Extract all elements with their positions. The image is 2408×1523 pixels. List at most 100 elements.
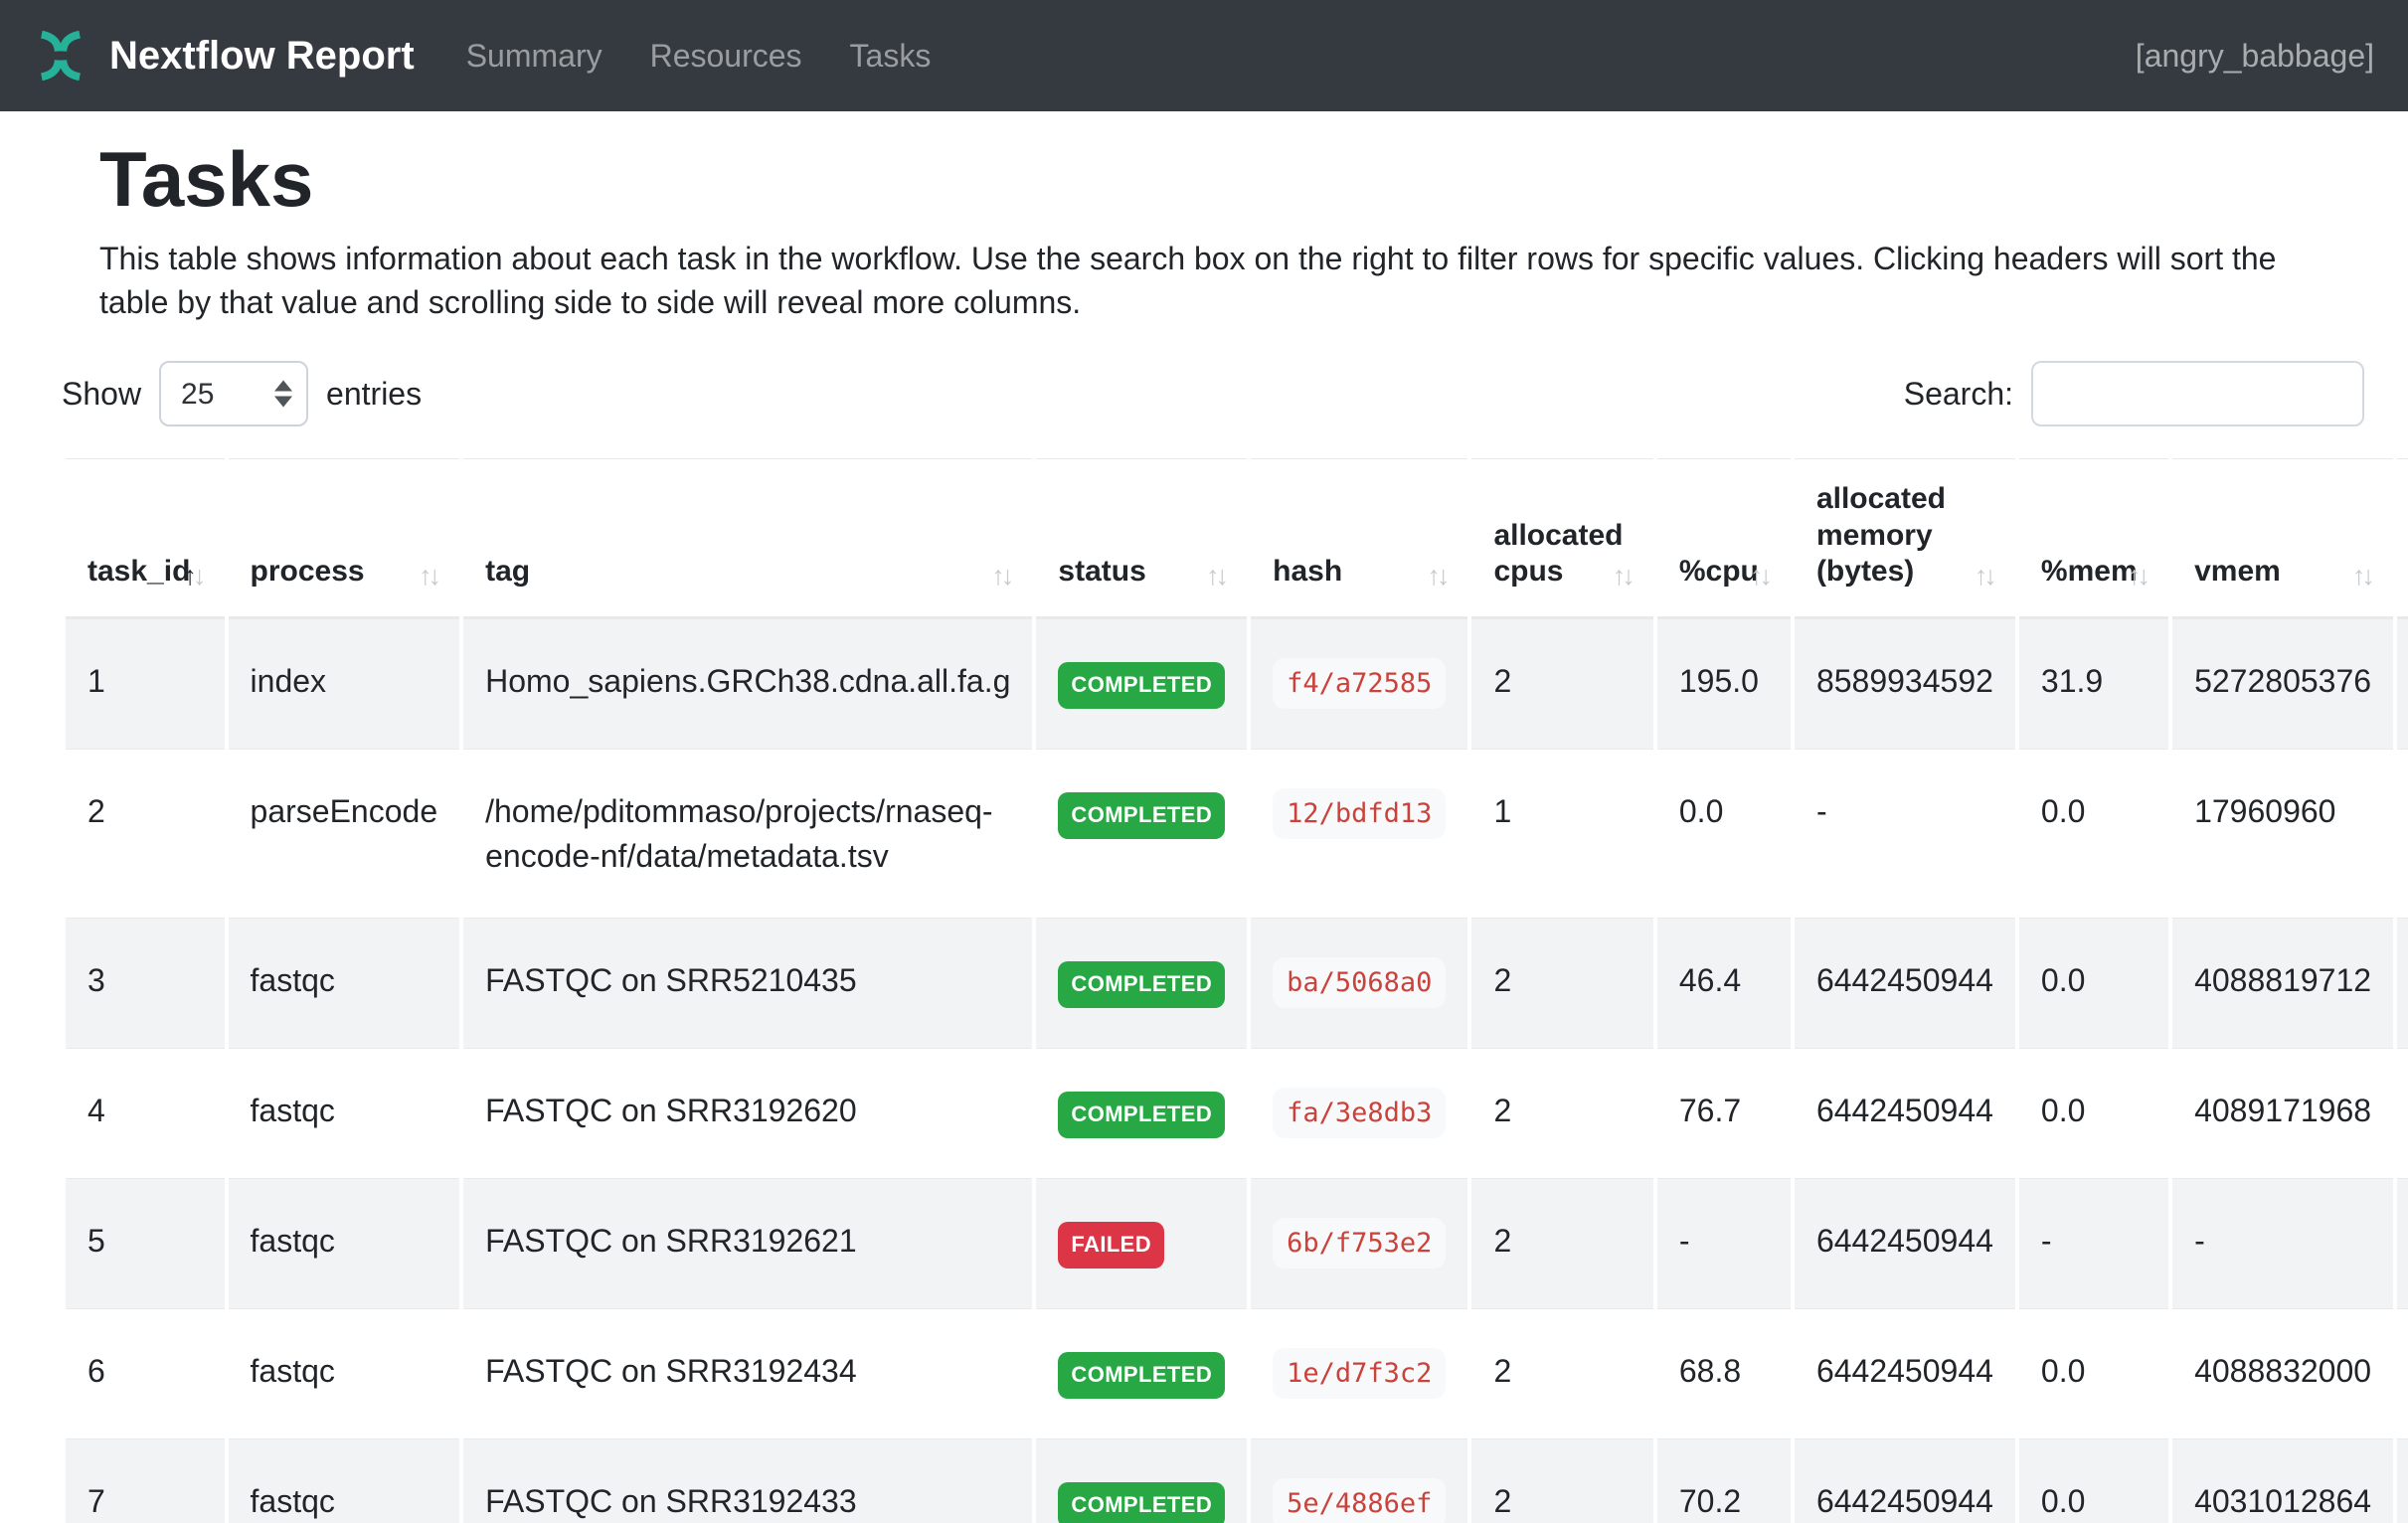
status-badge: COMPLETED [1058,1092,1225,1138]
cell-status: COMPLETED [1036,1048,1247,1178]
cell-cpus: 2 [1471,618,1652,749]
cell-hash: f4/a72585 [1251,618,1467,749]
cell-cpus: 2 [1471,918,1652,1048]
cell-vmem: 4031012864 [2172,1438,2393,1523]
page-title: Tasks [99,135,2346,225]
table-row: 2parseEncode/home/pditommaso/projects/rn… [66,749,2408,919]
column-header-rss[interactable]: rss↑↓ [2397,458,2408,618]
table-header: task_id↑↓process↑↓tag↑↓status↑↓hash↑↓all… [66,458,2408,618]
sort-desc-icon: ↓ [429,561,438,591]
cell-pcpu: 0.0 [1657,749,1791,919]
column-header-pmem[interactable]: %mem↑↓ [2019,458,2168,618]
search-label: Search: [1904,376,2013,413]
cell-vmem: 4089171968 [2172,1048,2393,1178]
nextflow-logo-icon [34,29,87,83]
cell-memory: 6442450944 [1795,918,2015,1048]
table-row: 1indexHomo_sapiens.GRCh38.cdna.all.fa.gC… [66,618,2408,749]
column-label: %cpu [1679,555,1759,588]
sort-asc-icon: ↑ [1613,561,1623,591]
cell-pcpu: 46.4 [1657,918,1791,1048]
nav-item-resources[interactable]: Resources [626,38,826,75]
status-badge: COMPLETED [1058,1482,1225,1523]
sort-icons: ↑↓ [1427,560,1446,592]
sort-desc-icon: ↓ [1437,561,1447,591]
column-header-tag[interactable]: tag↑↓ [463,458,1032,618]
hash-code: 1e/d7f3c2 [1273,1348,1446,1399]
cell-memory: 6442450944 [1795,1048,2015,1178]
cell-status: COMPLETED [1036,618,1247,749]
cell-process: fastqc [229,1438,460,1523]
column-header-vmem[interactable]: vmem↑↓ [2172,458,2393,618]
cell-status: FAILED [1036,1178,1247,1308]
nav-item-tasks[interactable]: Tasks [826,38,955,75]
cell-rss: 53248 [2397,749,2408,919]
intro-section: Tasks This table shows information about… [62,135,2408,325]
cell-rss: 41530 [2397,1308,2408,1438]
cell-tag: FASTQC on SRR3192621 [463,1178,1032,1308]
sort-icons: ↑↓ [1613,560,1632,592]
cell-task_id: 7 [66,1438,225,1523]
page-length-control: Show 25 entries [62,361,422,426]
cell-task_id: 2 [66,749,225,919]
hash-code: 6b/f753e2 [1273,1218,1446,1269]
cell-rss: 51318 [2397,618,2408,749]
page-description: This table shows information about each … [99,237,2287,326]
navbar-links: Summary Resources Tasks [442,38,955,75]
cell-task_id: 1 [66,618,225,749]
column-header-task_id[interactable]: task_id↑↓ [66,458,225,618]
cell-memory: 6442450944 [1795,1178,2015,1308]
status-badge: COMPLETED [1058,961,1225,1008]
entries-label: entries [326,376,422,413]
search-input[interactable] [2031,361,2364,426]
tasks-table[interactable]: task_id↑↓process↑↓tag↑↓status↑↓hash↑↓all… [62,458,2408,1523]
brand-title: Nextflow Report [109,34,415,79]
sort-icons: ↑↓ [2128,560,2147,592]
nav-item-summary[interactable]: Summary [442,38,626,75]
cell-memory: 8589934592 [1795,618,2015,749]
cell-pmem: 31.9 [2019,618,2168,749]
sort-asc-icon: ↑ [1427,561,1437,591]
cell-pcpu: 70.2 [1657,1438,1791,1523]
column-label: process [251,555,365,588]
cell-vmem: 4088832000 [2172,1308,2393,1438]
brand-link[interactable]: Nextflow Report [34,29,415,83]
hash-code: ba/5068a0 [1273,957,1446,1008]
cell-pcpu: 68.8 [1657,1308,1791,1438]
sort-desc-icon: ↓ [1983,561,1993,591]
cell-pcpu: 76.7 [1657,1048,1791,1178]
show-label: Show [62,376,141,413]
sort-desc-icon: ↓ [2138,561,2148,591]
column-header-cpus[interactable]: allocated cpus↑↓ [1471,458,1652,618]
cell-hash: 12/bdfd13 [1251,749,1467,919]
cell-status: COMPLETED [1036,1308,1247,1438]
hash-code: fa/3e8db3 [1273,1088,1446,1138]
cell-rss: 38431 [2397,1438,2408,1523]
cell-process: index [229,618,460,749]
cell-memory: 6442450944 [1795,1438,2015,1523]
cell-cpus: 2 [1471,1438,1652,1523]
sort-desc-icon: ↓ [1216,561,1226,591]
cell-hash: fa/3e8db3 [1251,1048,1467,1178]
column-header-memory[interactable]: allocated memory (bytes) ↑↓ [1795,458,2015,618]
hash-code: f4/a72585 [1273,658,1446,709]
cell-pcpu: 195.0 [1657,618,1791,749]
cell-pcpu: - [1657,1178,1791,1308]
cell-cpus: 2 [1471,1178,1652,1308]
cell-process: fastqc [229,918,460,1048]
cell-process: parseEncode [229,749,460,919]
sort-asc-icon: ↑ [1975,561,1984,591]
cell-pmem: 0.0 [2019,1438,2168,1523]
page-length-select[interactable]: 25 [159,361,308,426]
table-row: 4fastqcFASTQC on SRR3192620COMPLETEDfa/3… [66,1048,2408,1178]
column-label: allocated memory (bytes) [1816,482,1946,588]
column-header-hash[interactable]: hash ↑↓ [1251,458,1467,618]
column-header-process[interactable]: process↑↓ [229,458,460,618]
cell-tag: FASTQC on SRR5210435 [463,918,1032,1048]
cell-hash: 6b/f753e2 [1251,1178,1467,1308]
sort-desc-icon: ↓ [193,561,203,591]
column-label: tag [485,555,530,588]
column-header-pcpu[interactable]: %cpu↑↓ [1657,458,1791,618]
sort-icons: ↑↓ [1975,560,1993,592]
column-label: hash [1273,555,1342,588]
column-header-status[interactable]: status↑↓ [1036,458,1247,618]
